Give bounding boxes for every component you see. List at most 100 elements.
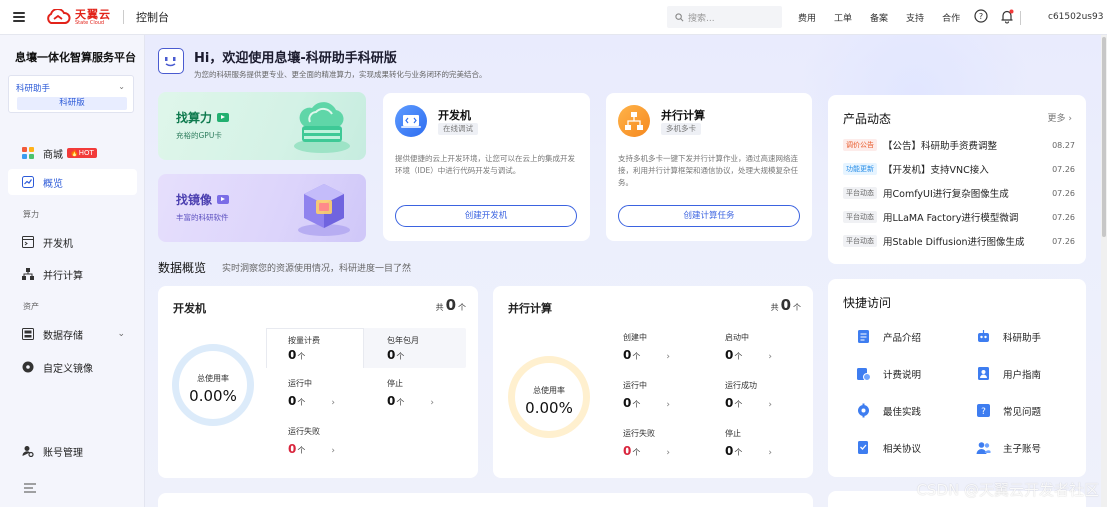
metric-value[interactable]: 0 个 ›	[623, 444, 670, 458]
chevron-right-icon: ›	[430, 398, 434, 408]
metric-value[interactable]: 0 个 ›	[725, 348, 772, 362]
quick-link-faq[interactable]: ? 常见问题	[976, 403, 1041, 418]
metric-label: 运行中	[288, 379, 312, 388]
brand-name: 天翼云	[75, 7, 111, 21]
metric-value[interactable]: 0 个 ›	[725, 396, 772, 410]
unit: 个	[632, 352, 641, 361]
scrollbar-thumb[interactable]	[1102, 37, 1106, 237]
metric-label: 停止	[725, 429, 741, 438]
collapse-sidebar-icon[interactable]	[24, 483, 36, 496]
news-item[interactable]: 平台动态 用ComfyUI进行复杂图像生成 07.26	[843, 186, 1075, 200]
unit: 个	[297, 446, 306, 455]
sidebar-item-account[interactable]: 账号管理	[8, 438, 137, 464]
main-content: Hi，欢迎使用息壤-科研助手科研版 为您的科研服务提供更专业、更全面的精准算力，…	[145, 35, 1107, 507]
value: 0	[623, 444, 632, 458]
news-item[interactable]: 功能更新 【开发机】支持VNC接入 07.26	[843, 162, 1075, 176]
link-filing[interactable]: 备案	[870, 11, 888, 24]
promo-find-image[interactable]: 找镜像 丰富的科研软件	[158, 174, 366, 242]
promo-find-compute[interactable]: 找算力 充裕的GPU卡	[158, 92, 366, 160]
news-title: 产品动态	[843, 112, 892, 126]
robot-face-icon	[158, 48, 184, 74]
stat-total: 共0个	[771, 296, 801, 314]
metric-label: 运行成功	[725, 381, 757, 390]
arrow-right-icon	[217, 195, 230, 204]
service-title: 并行计算	[661, 109, 705, 122]
sidebar-item-label: 数据存储	[43, 330, 83, 342]
link-support[interactable]: 支持	[906, 11, 924, 24]
service-tag: 多机多卡	[661, 123, 701, 135]
logo[interactable]: 天翼云 State Cloud	[45, 9, 111, 26]
link-tickets[interactable]: 工单	[834, 11, 852, 24]
usage-ring: 总使用率 0.00%	[172, 344, 254, 426]
quick-link-product-intro[interactable]: 产品介绍	[856, 329, 921, 344]
value: 0	[725, 396, 734, 410]
news-more-link[interactable]: 更多 ›	[1048, 111, 1073, 124]
search-input[interactable]: 搜索...	[667, 6, 782, 28]
sidebar-item-parallel[interactable]: 并行计算	[8, 261, 137, 287]
help-icon[interactable]: ?	[974, 9, 988, 23]
project-selector[interactable]: 科研助手 ⌄ 科研版	[8, 75, 134, 113]
unit: 个	[396, 352, 405, 361]
link-partner[interactable]: 合作	[942, 11, 960, 24]
tab-label[interactable]: 包年包月	[387, 335, 419, 346]
total-value: 0	[445, 296, 456, 314]
menu-icon[interactable]	[13, 12, 25, 22]
news-date: 07.26	[1052, 164, 1075, 174]
sidebar-item-label: 账号管理	[43, 447, 83, 459]
sidebar-item-storage[interactable]: 数据存储 ⌄	[8, 321, 137, 347]
news-item[interactable]: 调价公告 【公告】科研助手资费调整 08.27	[843, 138, 1075, 152]
quick-link-billing[interactable]: 计费说明	[856, 366, 921, 381]
promo-title: 找镜像	[176, 191, 230, 208]
metric-value[interactable]: 0 个 ›	[288, 442, 335, 456]
project-name: 科研助手	[16, 84, 51, 94]
quick-link-label: 常见问题	[1003, 406, 1042, 418]
overview-title: 数据概览	[158, 261, 207, 275]
user-gear-icon	[22, 445, 34, 458]
user-account[interactable]: c61502us93	[1048, 12, 1103, 22]
news-text: 【开发机】支持VNC接入	[883, 165, 989, 176]
sidebar-item-mall[interactable]: 商城 🔥HOT	[8, 140, 137, 166]
metric-value[interactable]: 0 个 ›	[623, 396, 670, 410]
value: 0	[725, 444, 734, 458]
metric-label: 运行中	[623, 381, 647, 390]
metric-value[interactable]: 0 个 ›	[623, 348, 670, 362]
sidebar-item-devbox[interactable]: 开发机	[8, 229, 137, 255]
hot-badge-label: HOT	[78, 149, 94, 157]
sidebar-item-custom-image[interactable]: 自定义镜像	[8, 354, 137, 380]
sidebar-item-overview[interactable]: 概览	[8, 169, 137, 195]
news-item[interactable]: 平台动态 用Stable Diffusion进行图像生成 07.26	[843, 234, 1075, 248]
chart-icon	[22, 176, 34, 188]
unit: 个	[297, 398, 306, 407]
console-title[interactable]: 控制台	[136, 9, 169, 25]
tab-pay-as-you-go[interactable]	[266, 328, 364, 368]
chevron-right-icon: ›	[666, 448, 670, 458]
quick-link-sub-accounts[interactable]: 主子账号	[976, 440, 1041, 455]
metric-value[interactable]: 0 个 ›	[725, 444, 772, 458]
usage-value: 0.00%	[189, 387, 237, 405]
news-item[interactable]: 平台动态 用LLaMA Factory进行模型微调 07.26	[843, 210, 1075, 224]
quick-link-user-guide[interactable]: 用户指南	[976, 366, 1041, 381]
metric-value[interactable]: 0 个 ›	[288, 394, 335, 408]
sidebar-item-label: 自定义镜像	[43, 363, 93, 375]
create-task-button[interactable]: 创建计算任务	[618, 205, 800, 227]
quick-link-best-practice[interactable]: 最佳实践	[856, 403, 921, 418]
service-description: 支持多机多卡一键下发并行计算作业，通过高速网络连接，利用并行计算框架和通信协议，…	[618, 154, 798, 187]
tab-label: 按量计费	[288, 336, 320, 345]
sidebar-item-label: 开发机	[43, 238, 73, 250]
news-tag: 调价公告	[843, 139, 877, 151]
stat-title: 并行计算	[508, 302, 552, 315]
quick-link-label: 最佳实践	[883, 406, 922, 418]
link-fees[interactable]: 费用	[798, 11, 816, 24]
total-value: 0	[780, 296, 791, 314]
promo-subtitle: 丰富的科研软件	[176, 213, 229, 222]
create-devbox-button[interactable]: 创建开发机	[395, 205, 577, 227]
scrollbar[interactable]	[1101, 35, 1107, 507]
bell-icon[interactable]	[1000, 9, 1014, 24]
metric-value[interactable]: 0 个 ›	[387, 394, 434, 408]
quick-link-agreements[interactable]: 相关协议	[856, 440, 921, 455]
quick-link-research-assistant[interactable]: 科研助手	[976, 329, 1041, 344]
search-icon	[675, 12, 684, 21]
unit: 个	[297, 352, 306, 361]
total-prefix: 共	[435, 303, 444, 312]
news-date: 08.27	[1052, 140, 1075, 150]
